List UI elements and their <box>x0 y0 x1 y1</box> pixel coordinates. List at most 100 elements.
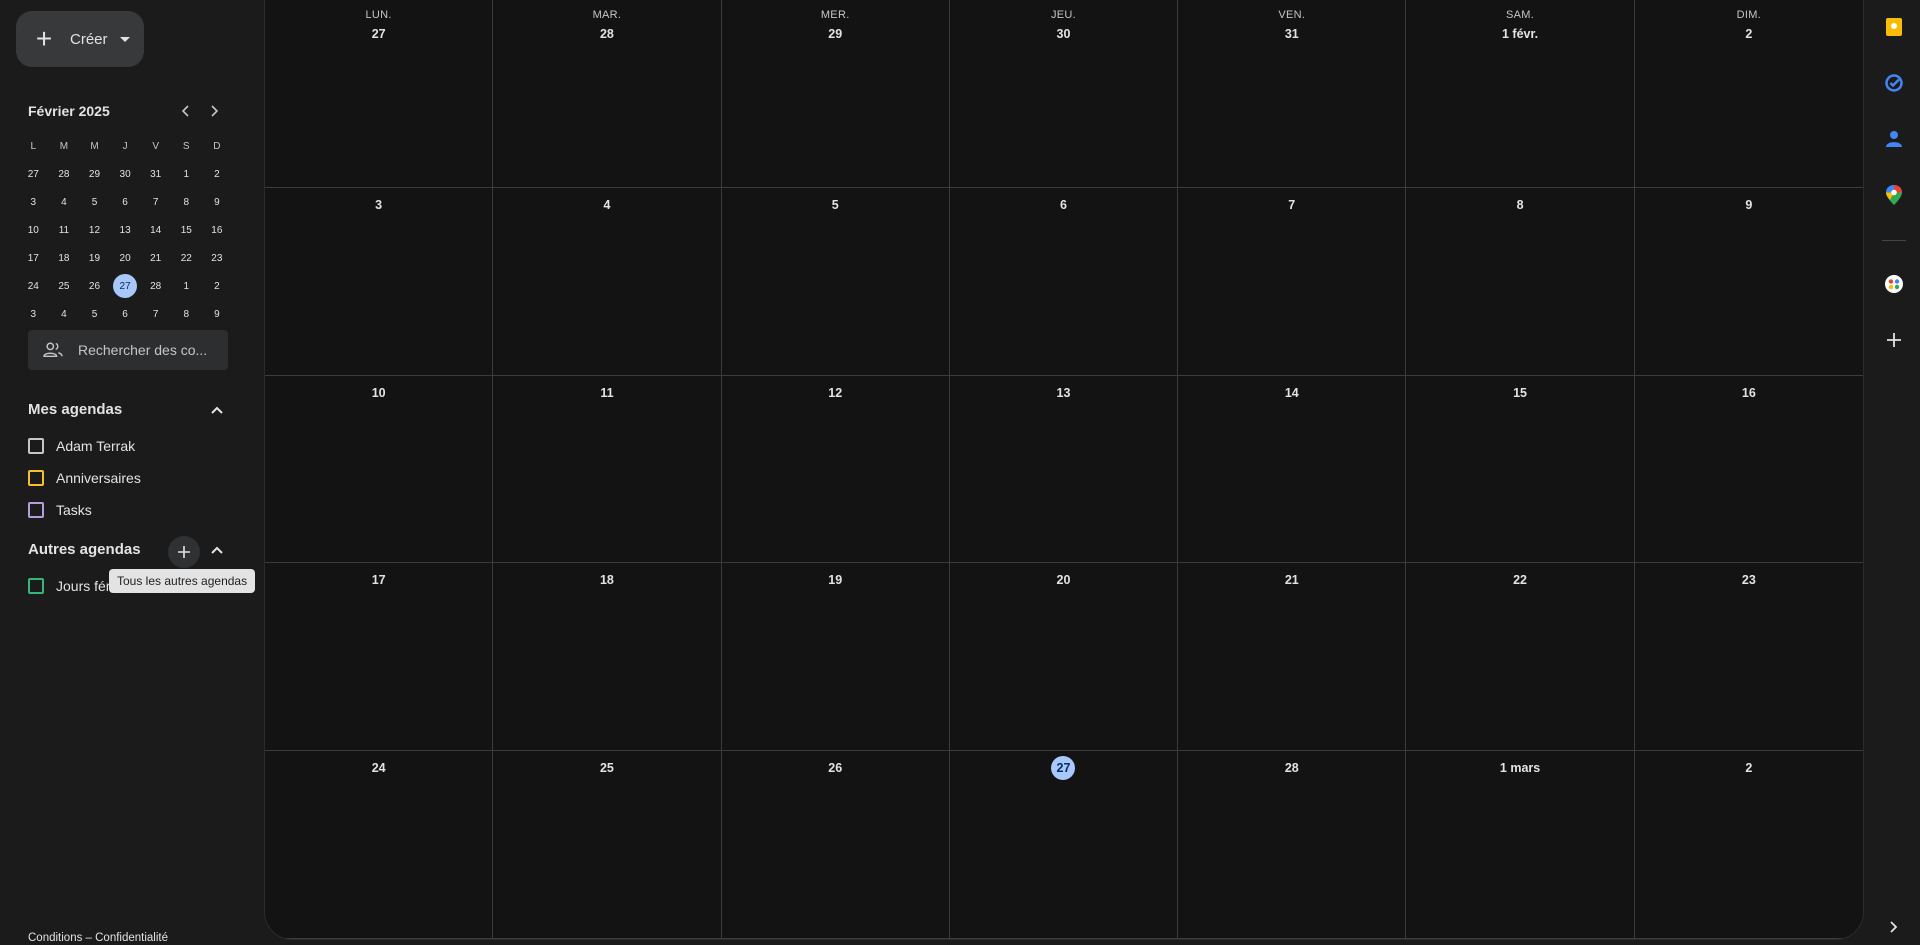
mini-day[interactable]: 8 <box>171 300 202 328</box>
mini-day[interactable]: 27 <box>18 160 49 188</box>
day-number[interactable]: 10 <box>367 381 391 405</box>
mini-day[interactable]: 1 <box>171 160 202 188</box>
day-number[interactable]: 3 <box>367 193 391 217</box>
day-cell[interactable]: 26 <box>721 751 950 939</box>
maps-button[interactable] <box>1878 179 1910 211</box>
mini-day[interactable]: 13 <box>110 216 141 244</box>
mini-day[interactable]: 5 <box>79 188 110 216</box>
day-cell[interactable]: MER. 29 <box>721 0 950 188</box>
day-number[interactable]: 28 <box>1280 756 1304 780</box>
day-cell[interactable]: 5 <box>721 187 950 376</box>
checkbox[interactable] <box>28 438 44 454</box>
add-other-calendar-button[interactable] <box>168 536 200 568</box>
day-cell[interactable]: SAM. 1 févr. <box>1406 0 1635 188</box>
day-number[interactable]: 1 mars <box>1496 756 1544 780</box>
next-month-button[interactable] <box>200 100 228 122</box>
day-cell[interactable]: MAR. 28 <box>493 0 722 188</box>
day-number[interactable]: 16 <box>1737 381 1761 405</box>
day-number[interactable]: 23 <box>1737 568 1761 592</box>
previous-month-button[interactable] <box>172 100 200 122</box>
mini-day[interactable]: 30 <box>110 160 141 188</box>
day-number[interactable]: 14 <box>1280 381 1304 405</box>
mini-day[interactable]: 7 <box>140 300 171 328</box>
expand-panel-button[interactable] <box>1878 911 1910 943</box>
day-cell[interactable]: 13 <box>949 375 1179 564</box>
contacts-button[interactable] <box>1878 123 1910 155</box>
addon-button[interactable] <box>1878 268 1910 300</box>
mini-day[interactable]: 15 <box>171 216 202 244</box>
mini-day[interactable]: 1 <box>171 272 202 300</box>
day-cell[interactable]: 23 <box>1634 563 1863 752</box>
create-button[interactable]: + Créer <box>16 11 144 67</box>
calendar-item-tasks[interactable]: Tasks <box>28 498 92 522</box>
mini-day[interactable]: 10 <box>18 216 49 244</box>
get-addons-button[interactable] <box>1878 324 1910 356</box>
day-cell[interactable]: 7 <box>1178 187 1407 376</box>
day-number[interactable]: 30 <box>1051 22 1075 46</box>
mini-day[interactable]: 28 <box>49 160 80 188</box>
day-cell[interactable]: JEU. 30 <box>949 0 1179 188</box>
day-number[interactable]: 26 <box>823 756 847 780</box>
day-number[interactable]: 4 <box>595 193 619 217</box>
mini-day[interactable]: 2 <box>202 160 233 188</box>
mini-day[interactable]: 2 <box>202 272 233 300</box>
day-number[interactable]: 1 févr. <box>1498 22 1542 46</box>
day-cell[interactable]: 24 <box>265 751 494 939</box>
day-cell[interactable]: 25 <box>493 751 722 939</box>
calendar-item-adam-terrak[interactable]: Adam Terrak <box>28 434 135 458</box>
keep-button[interactable] <box>1878 11 1910 43</box>
day-number[interactable]: 18 <box>595 568 619 592</box>
day-cell[interactable]: LUN. 27 <box>265 0 494 188</box>
my-calendars-toggle[interactable] <box>205 398 229 422</box>
mini-day[interactable]: 27 <box>110 272 141 300</box>
mini-day[interactable]: 17 <box>18 244 49 272</box>
mini-day[interactable]: 16 <box>202 216 233 244</box>
day-number[interactable]: 24 <box>367 756 391 780</box>
mini-day[interactable]: 7 <box>140 188 171 216</box>
day-number[interactable]: 19 <box>823 568 847 592</box>
day-cell[interactable]: 10 <box>265 375 494 564</box>
day-cell[interactable]: 22 <box>1406 563 1635 752</box>
mini-day[interactable]: 14 <box>140 216 171 244</box>
mini-day[interactable]: 4 <box>49 188 80 216</box>
day-number[interactable]: 12 <box>823 381 847 405</box>
tasks-button[interactable] <box>1878 67 1910 99</box>
other-calendars-toggle[interactable] <box>205 538 229 562</box>
mini-day[interactable]: 11 <box>49 216 80 244</box>
mini-day[interactable]: 23 <box>202 244 233 272</box>
day-number[interactable]: 8 <box>1508 193 1532 217</box>
mini-day[interactable]: 6 <box>110 300 141 328</box>
mini-day[interactable]: 24 <box>18 272 49 300</box>
terms-privacy-link[interactable]: Conditions – Confidentialité <box>28 932 168 944</box>
day-number[interactable]: 11 <box>595 381 619 405</box>
mini-day[interactable]: 5 <box>79 300 110 328</box>
day-cell[interactable]: 21 <box>1178 563 1407 752</box>
checkbox[interactable] <box>28 470 44 486</box>
checkbox[interactable] <box>28 502 44 518</box>
day-number[interactable]: 6 <box>1051 193 1075 217</box>
day-number[interactable]: 9 <box>1737 193 1761 217</box>
mini-day[interactable]: 21 <box>140 244 171 272</box>
day-cell[interactable]: 18 <box>493 563 722 752</box>
calendar-item-anniversaires[interactable]: Anniversaires <box>28 466 141 490</box>
mini-day[interactable]: 18 <box>49 244 80 272</box>
mini-day[interactable]: 28 <box>140 272 171 300</box>
mini-day[interactable]: 26 <box>79 272 110 300</box>
day-cell[interactable]: 15 <box>1406 375 1635 564</box>
mini-day[interactable]: 25 <box>49 272 80 300</box>
mini-day[interactable]: 8 <box>171 188 202 216</box>
day-number[interactable]: 22 <box>1508 568 1532 592</box>
mini-day[interactable]: 9 <box>202 188 233 216</box>
day-cell[interactable]: 27 <box>949 751 1179 939</box>
mini-day[interactable]: 12 <box>79 216 110 244</box>
day-cell[interactable]: 11 <box>493 375 722 564</box>
day-number[interactable]: 2 <box>1737 22 1761 46</box>
day-number[interactable]: 7 <box>1280 193 1304 217</box>
mini-day[interactable]: 29 <box>79 160 110 188</box>
day-cell[interactable]: 12 <box>721 375 950 564</box>
day-number[interactable]: 13 <box>1051 381 1075 405</box>
day-cell[interactable]: 16 <box>1634 376 1863 564</box>
mini-day[interactable]: 22 <box>171 244 202 272</box>
mini-day[interactable]: 20 <box>110 244 141 272</box>
day-number[interactable]: 29 <box>823 22 847 46</box>
